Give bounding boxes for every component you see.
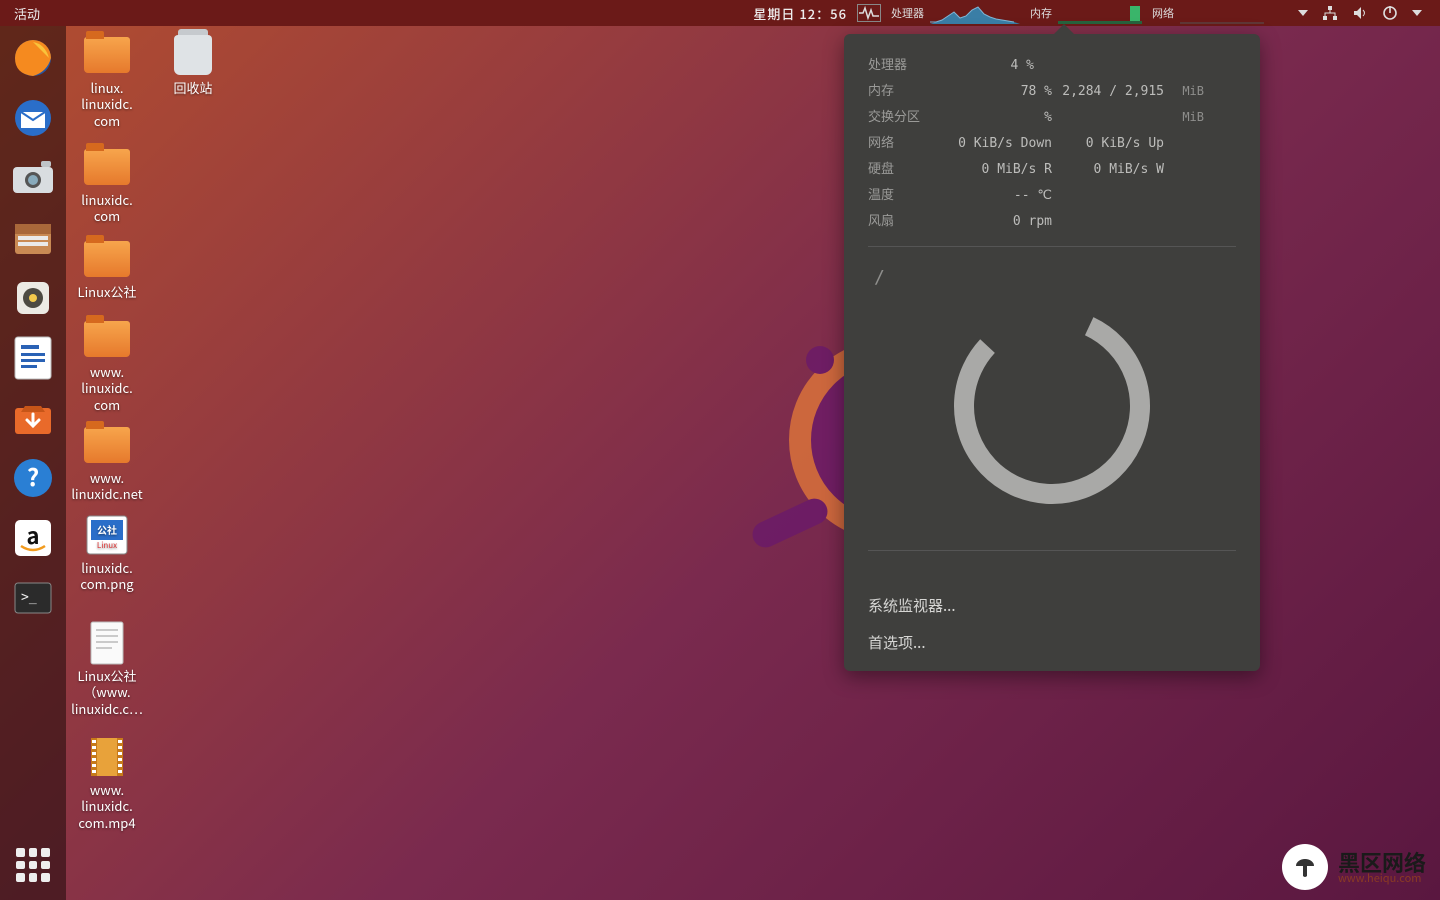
desktop-icon-2[interactable]: linuxidc. com [66, 146, 152, 225]
activities-button[interactable]: 活动 [0, 4, 54, 23]
desktop-icon-6[interactable]: 公社 Linux linuxidc. com.png [66, 514, 152, 593]
apps-grid-icon [16, 848, 50, 882]
folder-icon [83, 318, 131, 360]
volume-icon[interactable] [1352, 5, 1368, 21]
disk-usage-chart [868, 288, 1236, 534]
svg-text:a: a [26, 519, 39, 551]
dock: ? a >_ [0, 26, 66, 900]
net-monitor[interactable]: 网络 [1146, 0, 1268, 26]
cpu-sparkline [930, 2, 1020, 24]
desktop-icon-label: 回收站 [148, 80, 238, 96]
power-icon[interactable] [1382, 5, 1398, 21]
menu-preferences[interactable]: 首选项... [844, 624, 1260, 661]
mem-sparkline [1058, 2, 1142, 24]
folder-icon [83, 34, 131, 76]
system-monitor-popup: 处理器 4 % 内存 78 % 2,284 / 2,915 MiB 交换分区 %… [844, 34, 1260, 671]
top-panel: 活动 星期日 12：56 处理器 内存 [0, 0, 1440, 26]
popup-row-fan: 风扇 0 rpm [868, 210, 1236, 230]
folder-icon [83, 238, 131, 280]
desktop-icon-label: Linux公社 [66, 284, 152, 300]
dock-software[interactable] [9, 394, 57, 442]
mem-monitor-label: 内存 [1024, 5, 1058, 21]
clock[interactable]: 星期日 12：56 [743, 4, 857, 23]
svg-text:?: ? [27, 458, 39, 493]
desktop-icon-5[interactable]: www. linuxidc.net [66, 424, 152, 503]
desktop-icon-3[interactable]: Linux公社 [66, 238, 152, 300]
popup-row-temp: 温度 -- ℃ [868, 184, 1236, 204]
trash-icon [169, 34, 217, 76]
dock-files[interactable] [9, 214, 57, 262]
system-monitor-indicator[interactable]: 处理器 内存 网络 [857, 0, 1268, 26]
text-file-icon [83, 622, 131, 664]
image-file-icon: 公社 Linux [83, 514, 131, 556]
system-status-area[interactable] [1268, 0, 1440, 26]
dock-firefox[interactable] [9, 34, 57, 82]
dock-thunderbird[interactable] [9, 94, 57, 142]
popup-row-mem: 内存 78 % 2,284 / 2,915 MiB [868, 80, 1236, 100]
desktop-icon-label: linuxidc. com.png [66, 560, 152, 593]
disk-path-label: / [868, 263, 1236, 288]
dock-rhythmbox[interactable] [9, 274, 57, 322]
dock-camera[interactable] [9, 154, 57, 202]
video-file-icon [83, 736, 131, 778]
popup-row-disk: 硬盘 0 MiB/s R 0 MiB/s W [868, 158, 1236, 178]
dock-terminal[interactable]: >_ [9, 574, 57, 622]
mem-monitor[interactable]: 内存 [1024, 0, 1146, 26]
dock-writer[interactable] [9, 334, 57, 382]
show-applications[interactable] [0, 848, 66, 882]
folder-icon [83, 424, 131, 466]
svg-text:Linux: Linux [97, 540, 117, 551]
popup-row-swap: 交换分区 % MiB [868, 106, 1236, 126]
desktop-icon-label: linuxidc. com [66, 192, 152, 225]
popup-row-net: 网络 0 KiB/s Down 0 KiB/s Up [868, 132, 1236, 152]
popup-menu: 系统监视器... 首选项... [844, 583, 1260, 671]
desktop-icon-0[interactable]: linux. linuxidc. com [66, 34, 152, 129]
desktop-icon-label: linux. linuxidc. com [66, 80, 152, 129]
cpu-monitor-label: 处理器 [885, 5, 930, 21]
dropdown-icon[interactable] [1298, 10, 1308, 16]
desktop-icon-label: www. linuxidc. com [66, 364, 152, 413]
activity-icon [857, 4, 881, 22]
net-sparkline [1180, 2, 1264, 24]
dock-amazon[interactable]: a [9, 514, 57, 562]
svg-text:公社: 公社 [97, 522, 117, 537]
desktop-icon-4[interactable]: www. linuxidc. com [66, 318, 152, 413]
popup-row-cpu: 处理器 4 % [868, 54, 1236, 74]
desktop-icon-label: Linux公社 （www. linuxidc.c… [66, 668, 152, 717]
net-monitor-label: 网络 [1146, 5, 1180, 21]
chevron-down-icon[interactable] [1412, 10, 1422, 16]
svg-text:>_: >_ [21, 590, 37, 605]
desktop-icon-7[interactable]: Linux公社 （www. linuxidc.c… [66, 622, 152, 717]
desktop-icon-1[interactable]: 回收站 [148, 34, 238, 96]
desktop-icon-8[interactable]: www. linuxidc. com.mp4 [66, 736, 152, 831]
desktop-icon-label: www. linuxidc. com.mp4 [66, 782, 152, 831]
cpu-monitor[interactable]: 处理器 [857, 0, 1024, 26]
dock-help[interactable]: ? [9, 454, 57, 502]
menu-system-monitor[interactable]: 系统监视器... [844, 587, 1260, 624]
network-icon[interactable] [1322, 5, 1338, 21]
desktop-icon-label: www. linuxidc.net [66, 470, 152, 503]
folder-icon [83, 146, 131, 188]
